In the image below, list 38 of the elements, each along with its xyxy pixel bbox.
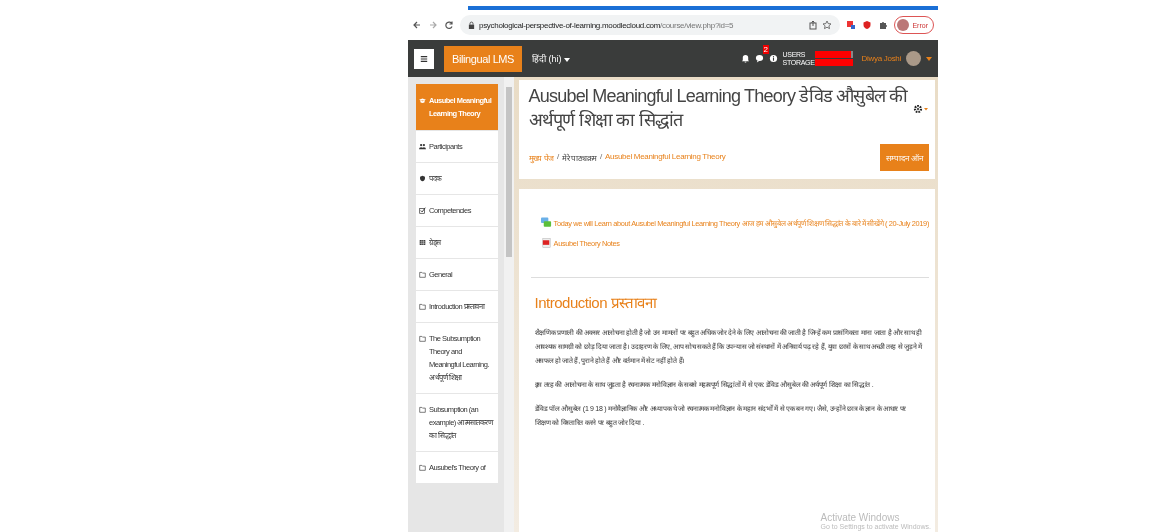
caret-icon[interactable]	[926, 56, 932, 61]
scrollbar[interactable]	[503, 77, 514, 532]
breadcrumb-separator: /	[557, 152, 559, 163]
extension-icon[interactable]	[846, 20, 857, 30]
chat-icon[interactable]	[754, 54, 764, 63]
share-icon[interactable]	[808, 20, 819, 30]
folder-icon	[419, 335, 426, 342]
graduation-cap-icon	[419, 97, 426, 104]
notification-badge: 2	[762, 45, 770, 54]
document-icon	[540, 237, 552, 249]
folder-icon	[419, 271, 426, 278]
folder-icon	[419, 303, 426, 310]
star-icon[interactable]	[822, 20, 833, 30]
folder-icon	[419, 406, 426, 413]
menu-icon[interactable]	[414, 48, 434, 69]
user-name[interactable]: Diwya Joshi	[861, 54, 901, 63]
chat-bubbles-icon	[540, 217, 552, 229]
address-bar[interactable]: psychological-perspective-of-learning.moodlecloud.com/course/view.php?id=5	[460, 15, 841, 35]
breadcrumb-separator: /	[600, 152, 603, 163]
bell-icon[interactable]	[740, 54, 750, 63]
checkbox-icon	[419, 207, 426, 214]
course-title: Ausubel Meaningful Learning Theory डेविड औसुबेल की अर्थपूर्ण शिक्षा का सिद्धांत	[528, 85, 909, 132]
lock-icon	[468, 20, 475, 30]
table-icon	[419, 239, 426, 246]
user-avatar[interactable]	[906, 51, 921, 66]
info-icon[interactable]	[768, 54, 778, 63]
section-heading: Introduction प्रस्तावना	[534, 293, 658, 312]
activation-notice-title: Activate Windows	[820, 512, 901, 523]
back-icon[interactable]	[412, 20, 422, 30]
puzzle-icon[interactable]	[878, 20, 889, 30]
folder-icon	[419, 464, 426, 471]
breadcrumb-text: मेरे पाठ्यक्रम	[562, 153, 598, 163]
reload-icon[interactable]	[444, 20, 454, 30]
shield-icon[interactable]	[862, 20, 873, 30]
language-menu[interactable]: हिंदी (hi)	[532, 52, 571, 65]
users-icon	[419, 143, 426, 150]
url-text: psychological-perspective-of-learning.moodlecloud.com/course/view.php?id=5	[479, 20, 734, 30]
shield-icon	[419, 175, 426, 182]
